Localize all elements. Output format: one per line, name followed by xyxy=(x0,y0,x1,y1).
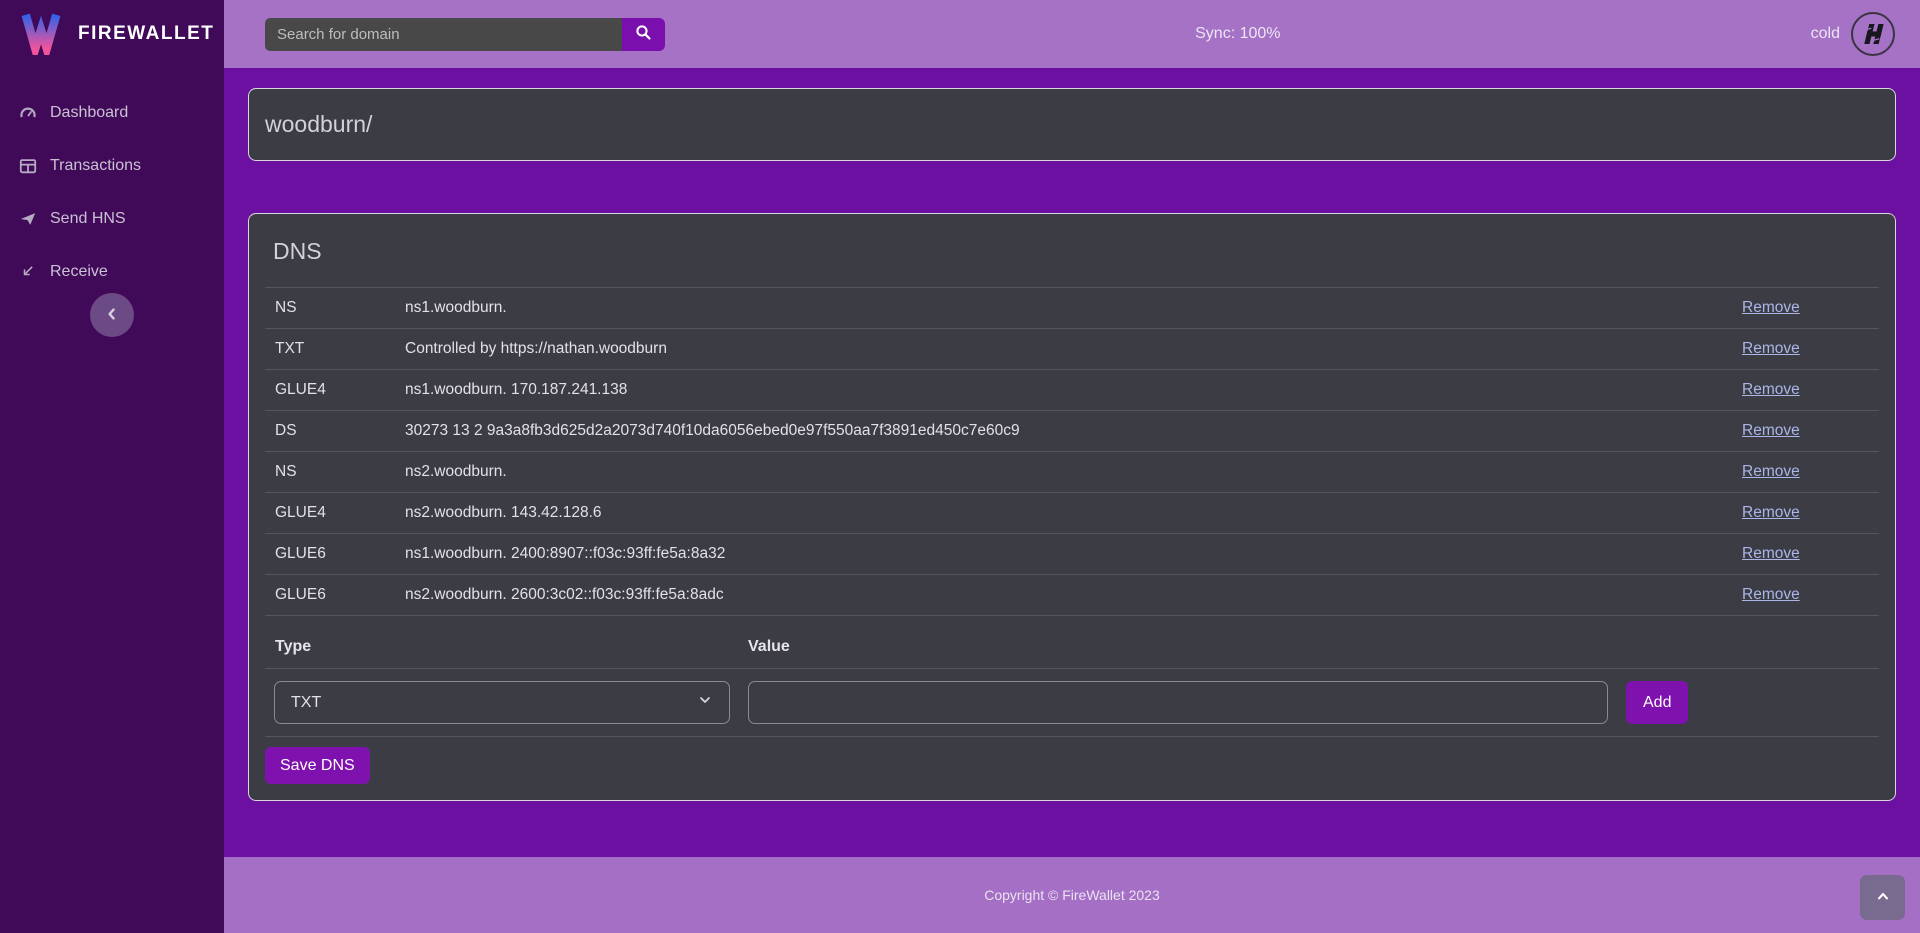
footer: Copyright © FireWallet 2023 xyxy=(224,857,1920,933)
save-dns-button[interactable]: Save DNS xyxy=(265,747,370,784)
sidebar-item-receive[interactable]: Receive xyxy=(0,245,224,298)
remove-link[interactable]: Remove xyxy=(1742,381,1800,398)
page-title: woodburn/ xyxy=(265,111,1879,138)
remove-link[interactable]: Remove xyxy=(1742,545,1800,562)
sidebar: FIREWALLET Dashboard Transactions xyxy=(0,0,224,933)
brand[interactable]: FIREWALLET xyxy=(0,0,224,68)
record-type: NS xyxy=(275,299,405,317)
dns-record-row: DS 30273 13 2 9a3a8fb3d625d2a2073d740f10… xyxy=(265,411,1879,452)
dns-record-row: TXT Controlled by https://nathan.woodbur… xyxy=(265,329,1879,370)
search-icon xyxy=(635,24,652,44)
handshake-icon[interactable] xyxy=(1851,12,1895,56)
send-icon xyxy=(19,210,43,228)
search-button[interactable] xyxy=(622,18,665,51)
sidebar-nav: Dashboard Transactions Send HNS xyxy=(0,86,224,298)
scroll-to-top-button[interactable] xyxy=(1860,875,1905,920)
dns-record-row: GLUE4 ns1.woodburn. 170.187.241.138 Remo… xyxy=(265,370,1879,411)
record-value: ns2.woodburn. 2600:3c02::f03c:93ff:fe5a:… xyxy=(405,586,1742,604)
record-value: ns1.woodburn. 170.187.241.138 xyxy=(405,381,1742,399)
chevron-left-icon xyxy=(104,306,120,325)
record-type: TXT xyxy=(275,340,405,358)
record-type: GLUE6 xyxy=(275,586,405,604)
remove-link[interactable]: Remove xyxy=(1742,422,1800,439)
record-value: ns2.woodburn. 143.42.128.6 xyxy=(405,504,1742,522)
chevron-up-icon xyxy=(1875,888,1891,907)
chevron-down-icon xyxy=(697,692,713,713)
topbar: Sync: 100% cold xyxy=(224,0,1920,68)
search-input[interactable] xyxy=(265,18,622,51)
record-value: 30273 13 2 9a3a8fb3d625d2a2073d740f10da6… xyxy=(405,422,1742,440)
wallet-name: cold xyxy=(1811,25,1840,43)
record-type: GLUE6 xyxy=(275,545,405,563)
main-content: woodburn/ DNS NS ns1.woodburn. Remove TX… xyxy=(224,68,1920,857)
record-type-select[interactable]: TXT xyxy=(274,681,730,724)
add-record-button[interactable]: Add xyxy=(1626,681,1688,724)
record-type: DS xyxy=(275,422,405,440)
record-value: ns2.woodburn. xyxy=(405,463,1742,481)
record-value: Controlled by https://nathan.woodburn xyxy=(405,340,1742,358)
type-column-label: Type xyxy=(275,638,748,656)
domain-search xyxy=(265,18,665,51)
sidebar-item-label: Send HNS xyxy=(50,210,126,228)
dns-heading: DNS xyxy=(265,230,1879,288)
dns-record-row: GLUE4 ns2.woodburn. 143.42.128.6 Remove xyxy=(265,493,1879,534)
dns-records-table: NS ns1.woodburn. Remove TXT Controlled b… xyxy=(265,288,1879,616)
record-type: GLUE4 xyxy=(275,381,405,399)
receive-icon xyxy=(19,263,43,280)
remove-link[interactable]: Remove xyxy=(1742,299,1800,316)
dns-form-header: Type Value xyxy=(265,638,1879,669)
remove-link[interactable]: Remove xyxy=(1742,340,1800,357)
dns-add-form: TXT Add xyxy=(265,669,1879,737)
copyright-text: Copyright © FireWallet 2023 xyxy=(984,887,1160,903)
remove-link[interactable]: Remove xyxy=(1742,463,1800,480)
record-type-selected: TXT xyxy=(291,694,321,712)
remove-link[interactable]: Remove xyxy=(1742,504,1800,521)
sidebar-item-label: Receive xyxy=(50,263,108,281)
record-value: ns1.woodburn. xyxy=(405,299,1742,317)
record-value: ns1.woodburn. 2400:8907::f03c:93ff:fe5a:… xyxy=(405,545,1742,563)
dns-card: DNS NS ns1.woodburn. Remove TXT Controll… xyxy=(248,213,1896,801)
value-column-label: Value xyxy=(748,638,790,656)
sidebar-collapse-button[interactable] xyxy=(90,293,134,337)
record-type: NS xyxy=(275,463,405,481)
record-value-input[interactable] xyxy=(748,681,1608,724)
record-type: GLUE4 xyxy=(275,504,405,522)
dns-record-row: NS ns2.woodburn. Remove xyxy=(265,452,1879,493)
dns-record-row: GLUE6 ns1.woodburn. 2400:8907::f03c:93ff… xyxy=(265,534,1879,575)
sidebar-item-label: Dashboard xyxy=(50,104,128,122)
sidebar-item-transactions[interactable]: Transactions xyxy=(0,139,224,192)
sidebar-item-dashboard[interactable]: Dashboard xyxy=(0,86,224,139)
sidebar-item-send-hns[interactable]: Send HNS xyxy=(0,192,224,245)
transactions-icon xyxy=(19,157,43,175)
remove-link[interactable]: Remove xyxy=(1742,586,1800,603)
dashboard-icon xyxy=(19,104,43,122)
sync-status: Sync: 100% xyxy=(665,25,1811,43)
domain-card: woodburn/ xyxy=(248,88,1896,161)
brand-name: FIREWALLET xyxy=(78,23,214,45)
sidebar-item-label: Transactions xyxy=(50,157,141,175)
dns-record-row: NS ns1.woodburn. Remove xyxy=(265,288,1879,329)
wallet-group: cold xyxy=(1811,12,1895,56)
dns-record-row: GLUE6 ns2.woodburn. 2600:3c02::f03c:93ff… xyxy=(265,575,1879,616)
firewallet-logo-icon xyxy=(20,9,62,60)
